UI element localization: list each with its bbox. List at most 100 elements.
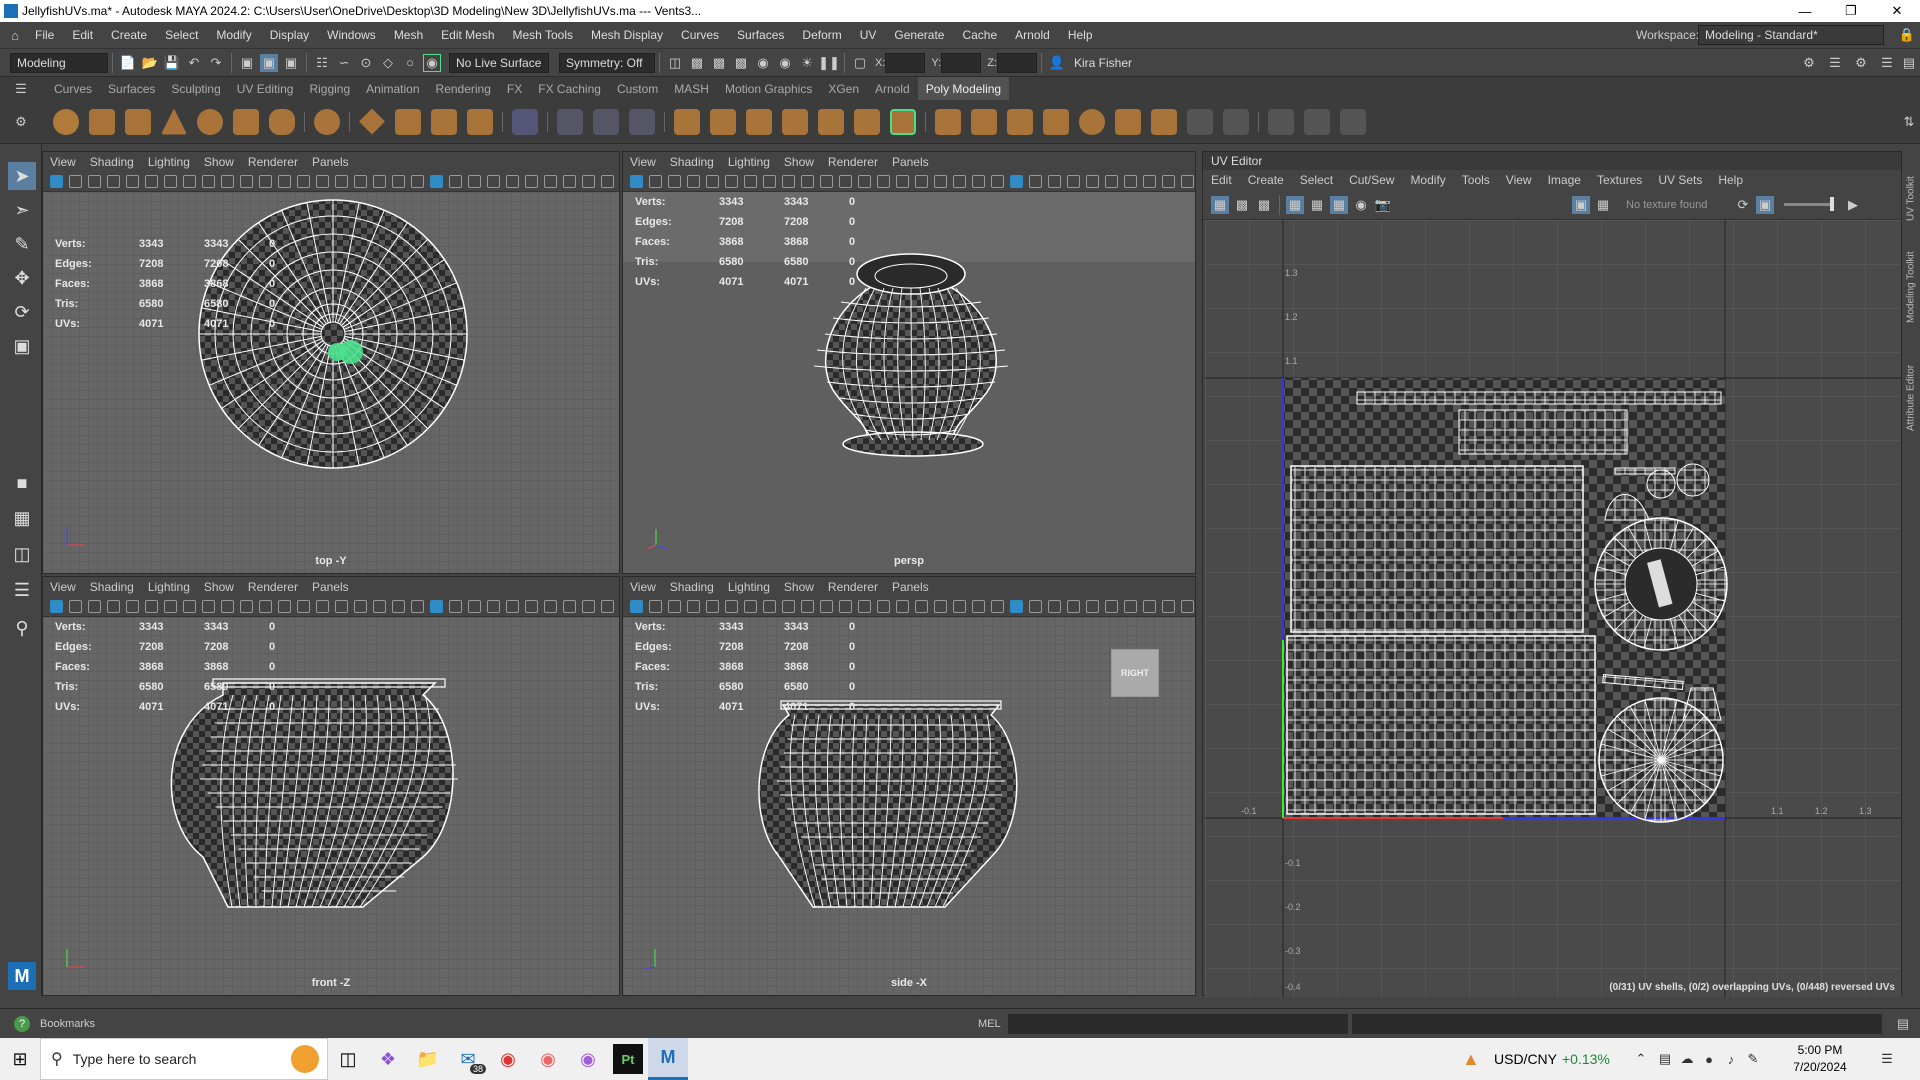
task-view-icon[interactable]: ◫ bbox=[328, 1038, 368, 1080]
chrome-icon[interactable]: ◉ bbox=[488, 1038, 528, 1080]
minimize-button[interactable]: — bbox=[1782, 0, 1828, 22]
viewport-persp[interactable]: View Shading Lighting Show Renderer Pane… bbox=[622, 151, 1196, 574]
save-scene-icon[interactable]: 💾 bbox=[163, 54, 181, 72]
copilot-icon[interactable]: ❖ bbox=[368, 1038, 408, 1080]
menu-file[interactable]: File bbox=[26, 28, 63, 42]
viewport-menu-renderer[interactable]: Renderer bbox=[241, 580, 305, 594]
menu-display[interactable]: Display bbox=[261, 28, 318, 42]
viewport-side[interactable]: View Shading Lighting Show Renderer Pane… bbox=[622, 576, 1196, 996]
fill-hole-icon[interactable] bbox=[818, 108, 844, 135]
tray-device-icon[interactable]: ▤ bbox=[1656, 1050, 1674, 1068]
sweep-mesh-icon[interactable] bbox=[395, 108, 421, 135]
mail-icon[interactable]: ✉ 38 bbox=[448, 1038, 488, 1080]
modeling-toolkit-icon[interactable]: ⚙ bbox=[1800, 54, 1818, 72]
windows-start-icon[interactable]: ⊞ bbox=[0, 1038, 40, 1080]
snap-curve-icon[interactable]: ∽ bbox=[335, 54, 353, 72]
multi-cut-icon[interactable] bbox=[890, 108, 916, 135]
tab-uv-toolkit[interactable]: UV Toolkit bbox=[1903, 161, 1919, 221]
uv-checker-icon[interactable]: ▦ bbox=[1330, 195, 1348, 214]
shelf-tab-uv-editing[interactable]: UV Editing bbox=[229, 77, 302, 100]
messenger-icon[interactable]: ◉ bbox=[568, 1038, 608, 1080]
svg-icon[interactable] bbox=[467, 108, 493, 135]
y-field[interactable] bbox=[941, 52, 982, 73]
shelf-tab-custom[interactable]: Custom bbox=[609, 77, 666, 100]
poly-cube-icon[interactable] bbox=[89, 108, 115, 135]
shelf-tab-fx-caching[interactable]: FX Caching bbox=[530, 77, 609, 100]
select-object-icon[interactable]: ▣ bbox=[260, 53, 278, 72]
shelf-tab-rigging[interactable]: Rigging bbox=[301, 77, 358, 100]
render-setup-icon[interactable]: ◉ bbox=[776, 54, 794, 72]
two-view-icon[interactable]: ◫ bbox=[8, 540, 36, 568]
tray-pen-icon[interactable]: ✎ bbox=[1744, 1050, 1762, 1068]
viewport-menu-panels[interactable]: Panels bbox=[885, 580, 936, 594]
viewport-menu-show[interactable]: Show bbox=[197, 155, 241, 169]
viewport-menu-panels[interactable]: Panels bbox=[885, 155, 936, 169]
viewport-menu-view[interactable]: View bbox=[623, 155, 663, 169]
attribute-editor-icon[interactable]: ☰ bbox=[1878, 54, 1896, 72]
viewport-menu-lighting[interactable]: Lighting bbox=[721, 155, 777, 169]
uv-grid-canvas[interactable]: 1.3 1.2 1.1 -0.1 -0.2 -0.3 -0.4 -0.1 1.1… bbox=[1205, 220, 1901, 997]
mirror-icon[interactable] bbox=[674, 108, 700, 135]
wedge-icon[interactable] bbox=[1187, 108, 1213, 135]
uv-menu-cut-sew[interactable]: Cut/Sew bbox=[1341, 173, 1402, 187]
snap-surface-icon[interactable]: ○ bbox=[401, 54, 419, 72]
menu-help[interactable]: Help bbox=[1059, 28, 1102, 42]
viewport-menu-show[interactable]: Show bbox=[197, 580, 241, 594]
shelf-tab-xgen[interactable]: XGen bbox=[820, 77, 867, 100]
uv-grid-icon[interactable]: ▦ bbox=[1286, 195, 1304, 214]
viewport-menu-show[interactable]: Show bbox=[777, 580, 821, 594]
menu-cache[interactable]: Cache bbox=[953, 28, 1006, 42]
circularize-icon[interactable] bbox=[1079, 108, 1105, 135]
append-icon[interactable] bbox=[854, 108, 880, 135]
snap-live-icon[interactable]: ◉ bbox=[423, 53, 441, 72]
slide-edge-icon[interactable] bbox=[1043, 108, 1069, 135]
viewport-menu-view[interactable]: View bbox=[623, 580, 663, 594]
uv-refresh-icon[interactable]: ⟳ bbox=[1734, 196, 1752, 214]
hypershade-icon[interactable]: ◉ bbox=[754, 54, 772, 72]
menu-mesh[interactable]: Mesh bbox=[385, 28, 432, 42]
pause-icon[interactable]: ❚❚ bbox=[818, 54, 840, 72]
paint-select-tool-icon[interactable]: ✎ bbox=[8, 230, 36, 258]
user-account-dropdown[interactable]: Kira Fisher bbox=[1067, 52, 1182, 73]
uv-menu-tools[interactable]: Tools bbox=[1454, 173, 1498, 187]
shelf-tab-curves[interactable]: Curves bbox=[46, 77, 100, 100]
viewport-menu-renderer[interactable]: Renderer bbox=[821, 580, 885, 594]
relax-icon[interactable] bbox=[1304, 108, 1330, 135]
viewport-canvas[interactable]: RIGHT Verts: 3343 3343 0 Edges: 7208 7208 0 Fa… bbox=[623, 617, 1195, 995]
poly-cylinder-icon[interactable] bbox=[125, 108, 151, 135]
menu-mesh-display[interactable]: Mesh Display bbox=[582, 28, 672, 42]
shelf-tab-sculpting[interactable]: Sculpting bbox=[163, 77, 228, 100]
platonic-solid-icon[interactable] bbox=[314, 108, 340, 135]
symmetry-dropdown[interactable]: Symmetry: Off bbox=[559, 52, 655, 73]
redo-icon[interactable]: ↷ bbox=[207, 54, 225, 72]
viewport-menu-panels[interactable]: Panels bbox=[305, 155, 356, 169]
shelf-tab-mash[interactable]: MASH bbox=[666, 77, 717, 100]
uv-menu-help[interactable]: Help bbox=[1710, 173, 1751, 187]
firefox-icon[interactable]: ◉ bbox=[528, 1038, 568, 1080]
uv-distortion-icon[interactable]: ▩ bbox=[1233, 196, 1251, 214]
outliner-layout-icon[interactable]: ☰ bbox=[8, 576, 36, 604]
uv-exposure-icon[interactable]: ▣ bbox=[1756, 195, 1774, 214]
tab-modeling-toolkit[interactable]: Modeling Toolkit bbox=[1903, 233, 1919, 323]
lock-icon[interactable]: 🔒 bbox=[1898, 26, 1916, 44]
close-button[interactable]: ✕ bbox=[1874, 0, 1920, 22]
render-view-icon[interactable]: ◫ bbox=[666, 54, 684, 72]
menu-uv[interactable]: UV bbox=[851, 28, 886, 42]
uv-shaded-icon[interactable]: ▩ bbox=[1255, 196, 1273, 214]
menu-deform[interactable]: Deform bbox=[793, 28, 850, 42]
viewport-menu-shading[interactable]: Shading bbox=[663, 155, 721, 169]
combine-icon[interactable] bbox=[512, 108, 538, 135]
shelf-tab-arnold[interactable]: Arnold bbox=[867, 77, 918, 100]
help-icon[interactable]: ? bbox=[14, 1015, 30, 1032]
select-hierarchy-icon[interactable]: ▣ bbox=[238, 54, 256, 72]
shelf-tab-fx[interactable]: FX bbox=[499, 77, 530, 100]
menu-edit-mesh[interactable]: Edit Mesh bbox=[432, 28, 503, 42]
single-view-icon[interactable]: ■ bbox=[8, 469, 36, 497]
clock-time[interactable]: 5:00 PM bbox=[1780, 1043, 1860, 1057]
texture-dropdown[interactable]: No texture found bbox=[1626, 199, 1732, 211]
merge-icon[interactable] bbox=[1151, 108, 1177, 135]
viewport-menu-shading[interactable]: Shading bbox=[83, 580, 141, 594]
mel-label[interactable]: MEL bbox=[978, 1018, 1001, 1030]
restore-button[interactable]: ❐ bbox=[1828, 0, 1874, 22]
viewport-canvas[interactable]: Verts: 3343 3343 0 Edges: 7208 7208 0 Faces: 38… bbox=[623, 192, 1195, 573]
